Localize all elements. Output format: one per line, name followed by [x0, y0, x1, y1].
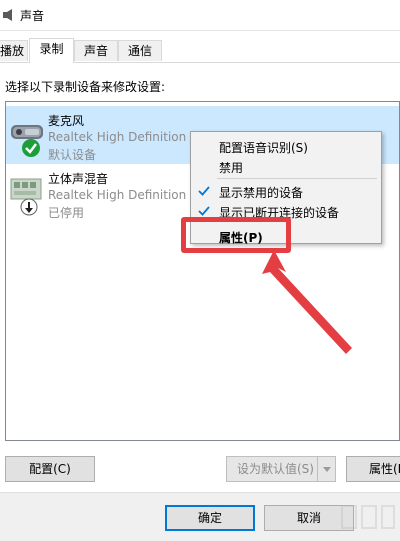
tab-communications[interactable]: 通信: [118, 40, 162, 61]
device-status: 已停用: [48, 206, 85, 220]
device-status: 默认设备: [48, 148, 97, 162]
tab-label: 通信: [127, 44, 152, 58]
check-icon: [198, 185, 210, 199]
button-label: 属性(P): [369, 462, 400, 476]
device-name: 麦克风: [48, 114, 85, 128]
tab-playback[interactable]: 播放: [0, 40, 28, 61]
device-name: 立体声混音: [48, 172, 109, 186]
menu-item-configure-speech[interactable]: 配置语音识别(S): [191, 136, 381, 156]
speaker-icon: [2, 8, 16, 25]
set-default-button[interactable]: 设为默认值(S): [226, 456, 336, 482]
menu-label: 配置语音识别(S): [219, 141, 308, 155]
window-title: 声音: [20, 9, 45, 23]
button-label: 设为默认值(S): [237, 462, 314, 476]
dropdown-arrow-icon[interactable]: [317, 457, 335, 481]
stereo-mix-icon: [9, 169, 45, 224]
tab-label: 声音: [83, 44, 108, 58]
ok-button[interactable]: 确定: [165, 505, 255, 531]
annotation-arrow-icon: [260, 244, 360, 359]
tab-label: 播放: [0, 44, 24, 58]
tab-label: 录制: [39, 42, 64, 56]
microphone-icon: [9, 111, 45, 166]
tab-strip: 播放 录制 声音 通信: [0, 38, 400, 63]
configure-button[interactable]: 配置(C): [5, 456, 95, 482]
button-label: 配置(C): [29, 462, 71, 476]
menu-label: 禁用: [219, 161, 244, 175]
default-check-icon: [22, 139, 40, 157]
button-label: 取消: [296, 511, 321, 525]
button-label: 确定: [197, 511, 222, 525]
menu-separator: [217, 178, 377, 179]
menu-item-show-disabled[interactable]: 显示禁用的设备: [191, 181, 381, 201]
menu-label: 显示禁用的设备: [219, 186, 304, 200]
watermark-logo-icon: [338, 500, 398, 534]
menu-item-disable[interactable]: 禁用: [191, 156, 381, 176]
tab-recording[interactable]: 录制: [29, 38, 74, 63]
instruction-text: 选择以下录制设备来修改设置:: [5, 80, 166, 94]
title-bar: 声音: [0, 0, 400, 31]
properties-button[interactable]: 属性(P): [346, 456, 400, 482]
tab-sounds[interactable]: 声音: [74, 40, 118, 61]
